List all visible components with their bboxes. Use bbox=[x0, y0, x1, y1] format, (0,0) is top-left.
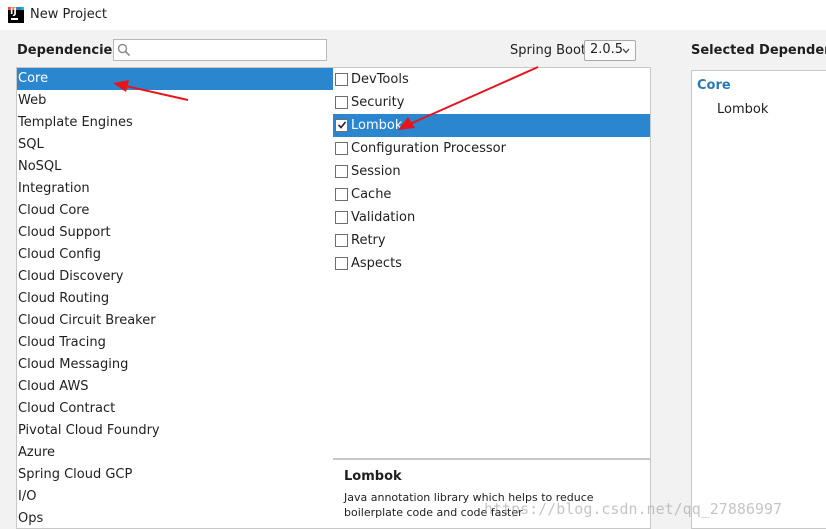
dependencies-label: Dependencies bbox=[17, 43, 121, 58]
category-item-ops[interactable]: Ops bbox=[17, 508, 333, 528]
title-bar: IJ New Project bbox=[0, 0, 826, 30]
dependency-item-retry[interactable]: Retry bbox=[333, 229, 650, 252]
dependency-list[interactable]: DevTools Security Lombok Configuration Proc… bbox=[333, 67, 651, 459]
category-item-cloud-config[interactable]: Cloud Config bbox=[17, 244, 333, 266]
check-icon bbox=[337, 121, 347, 129]
category-list[interactable]: Core Web Template Engines SQL NoSQL Integrati… bbox=[16, 67, 334, 529]
category-item-azure[interactable]: Azure bbox=[17, 442, 333, 464]
checkbox[interactable] bbox=[335, 188, 348, 201]
category-item-cloud-contract[interactable]: Cloud Contract bbox=[17, 398, 333, 420]
checkbox[interactable] bbox=[335, 165, 348, 178]
selected-dependencies-panel: Core Lombok bbox=[691, 70, 826, 529]
dependency-label: DevTools bbox=[351, 72, 409, 87]
category-item-web[interactable]: Web bbox=[17, 90, 333, 112]
category-item-cloud-tracing[interactable]: Cloud Tracing bbox=[17, 332, 333, 354]
dependency-item-session[interactable]: Session bbox=[333, 160, 650, 183]
dependency-label: Session bbox=[351, 164, 401, 179]
spring-boot-label: Spring Boot bbox=[510, 43, 587, 58]
description-panel: Lombok Java annotation library which hel… bbox=[333, 459, 651, 529]
checkbox[interactable] bbox=[335, 234, 348, 247]
dependency-label: Security bbox=[351, 95, 405, 110]
window-title: New Project bbox=[30, 7, 107, 22]
category-item-cloud-circuit-breaker[interactable]: Cloud Circuit Breaker bbox=[17, 310, 333, 332]
category-item-cloud-routing[interactable]: Cloud Routing bbox=[17, 288, 333, 310]
selected-dependency-item[interactable]: Lombok bbox=[717, 102, 768, 117]
category-item-cloud-discovery[interactable]: Cloud Discovery bbox=[17, 266, 333, 288]
search-box[interactable] bbox=[113, 39, 327, 61]
category-item-cloud-support[interactable]: Cloud Support bbox=[17, 222, 333, 244]
checkbox[interactable] bbox=[335, 211, 348, 224]
category-item-sql[interactable]: SQL bbox=[17, 134, 333, 156]
search-icon bbox=[117, 43, 131, 57]
description-title: Lombok bbox=[344, 469, 402, 484]
dependency-item-security[interactable]: Security bbox=[333, 91, 650, 114]
dependency-item-lombok[interactable]: Lombok bbox=[333, 114, 650, 137]
checkbox[interactable] bbox=[335, 142, 348, 155]
dependency-label: Retry bbox=[351, 233, 386, 248]
selected-dependencies-label: Selected Dependencies bbox=[691, 43, 826, 58]
dependency-item-devtools[interactable]: DevTools bbox=[333, 68, 650, 91]
dependency-label: Configuration Processor bbox=[351, 141, 506, 156]
category-item-nosql[interactable]: NoSQL bbox=[17, 156, 333, 178]
category-item-i-o[interactable]: I/O bbox=[17, 486, 333, 508]
dependency-item-configuration-processor[interactable]: Configuration Processor bbox=[333, 137, 650, 160]
checkbox[interactable] bbox=[335, 73, 348, 86]
category-item-cloud-core[interactable]: Cloud Core bbox=[17, 200, 333, 222]
checkbox[interactable] bbox=[335, 257, 348, 270]
category-item-core[interactable]: Core bbox=[17, 68, 333, 90]
checkbox[interactable] bbox=[335, 96, 348, 109]
category-item-pivotal-cloud-foundry[interactable]: Pivotal Cloud Foundry bbox=[17, 420, 333, 442]
dependency-label: Aspects bbox=[351, 256, 402, 271]
category-item-integration[interactable]: Integration bbox=[17, 178, 333, 200]
selected-group-heading: Core bbox=[697, 78, 731, 93]
dependency-item-validation[interactable]: Validation bbox=[333, 206, 650, 229]
watermark: https://blog.csdn.net/qq_27886997 bbox=[484, 500, 783, 518]
spring-boot-version-value: 2.0.5 bbox=[590, 42, 624, 57]
checkbox[interactable] bbox=[335, 119, 348, 132]
category-item-cloud-aws[interactable]: Cloud AWS bbox=[17, 376, 333, 398]
category-item-template-engines[interactable]: Template Engines bbox=[17, 112, 333, 134]
dependency-label: Validation bbox=[351, 210, 416, 225]
dependency-label: Cache bbox=[351, 187, 392, 202]
category-item-cloud-messaging[interactable]: Cloud Messaging bbox=[17, 354, 333, 376]
dependency-label: Lombok bbox=[351, 118, 403, 133]
chevron-down-icon bbox=[622, 48, 630, 54]
dependency-item-cache[interactable]: Cache bbox=[333, 183, 650, 206]
intellij-idea-icon: IJ bbox=[8, 7, 24, 23]
search-input[interactable] bbox=[134, 41, 324, 59]
category-item-spring-cloud-gcp[interactable]: Spring Cloud GCP bbox=[17, 464, 333, 486]
spring-boot-version-select[interactable]: 2.0.5 bbox=[584, 40, 636, 61]
dependency-item-aspects[interactable]: Aspects bbox=[333, 252, 650, 275]
